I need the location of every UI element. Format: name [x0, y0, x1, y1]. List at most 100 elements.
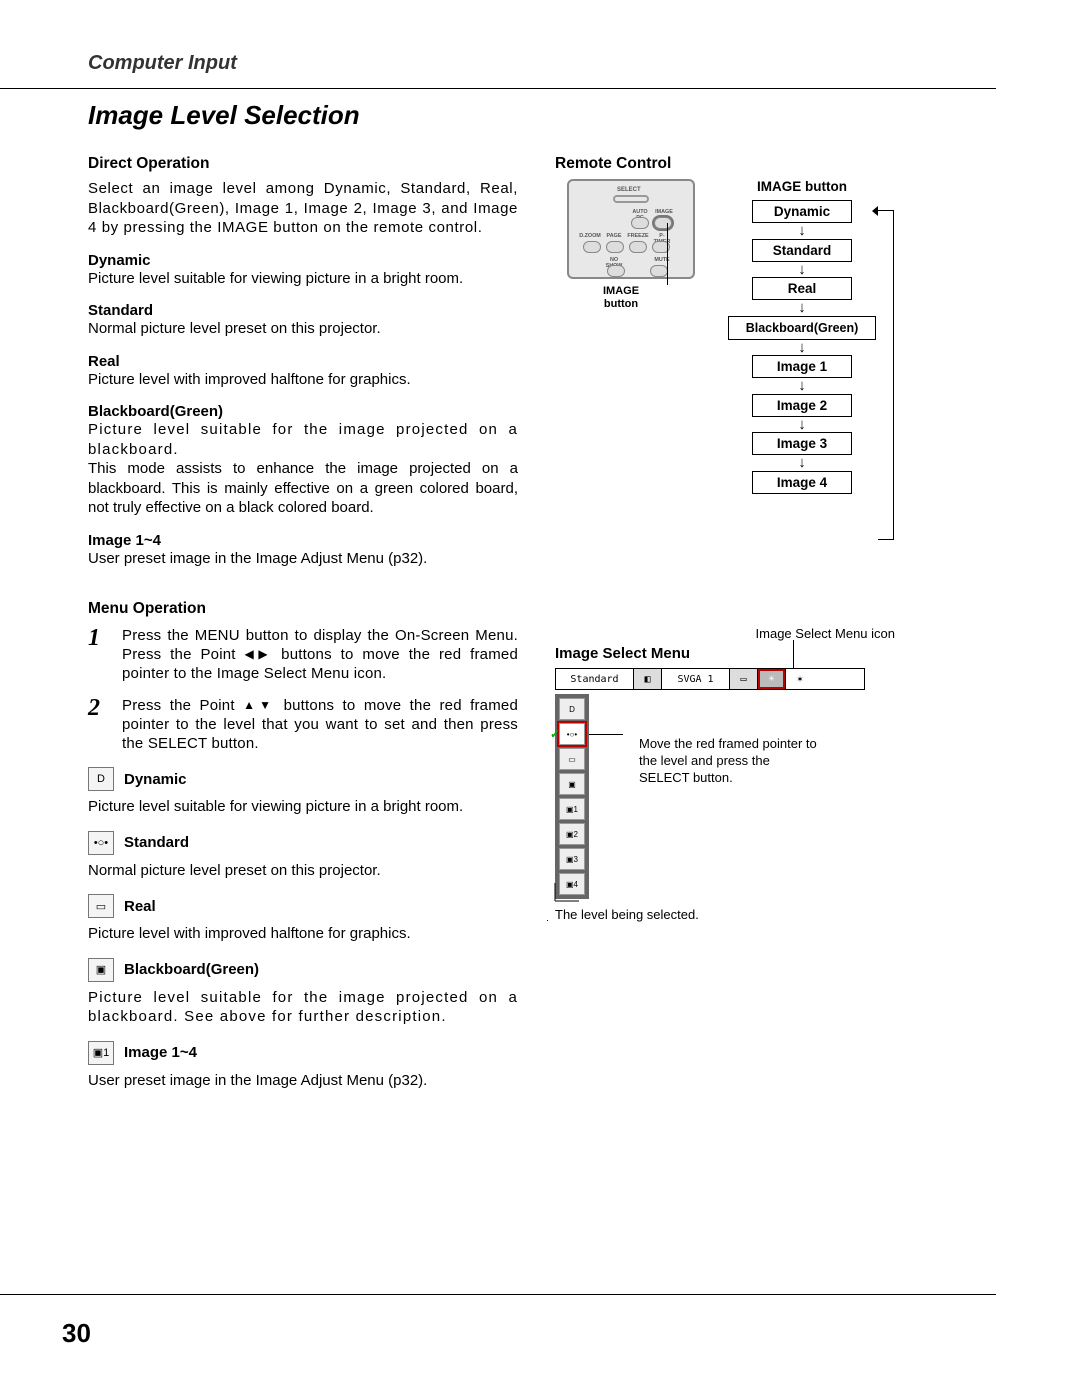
blackboard-desc-2: This mode assists to enhance the image p… — [88, 459, 518, 518]
dynamic-desc: Picture level suitable for viewing pictu… — [88, 269, 518, 289]
remote-heading: Remote Control — [555, 155, 995, 173]
section-header: Computer Input — [0, 0, 1080, 75]
dynamic-icon: D — [88, 767, 114, 791]
real-icon: ▭ — [88, 894, 114, 918]
blackboard-icon: ▣ — [88, 958, 114, 982]
remote-dzoom-button[interactable] — [583, 241, 601, 253]
mode-standard: •○• Standard — [88, 831, 518, 855]
remote-image-button[interactable] — [654, 217, 672, 229]
image14-heading: Image 1~4 — [88, 532, 518, 549]
step-2-text: Press the Point ▲▼ buttons to move the r… — [122, 696, 518, 754]
menu-item-image3[interactable]: ▣3 — [559, 848, 585, 870]
step-2: 2 Press the Point ▲▼ buttons to move the… — [88, 696, 518, 754]
menu-bar: Standard ◧ SVGA 1 ▭ ☀ ✶ — [555, 668, 865, 690]
mode-blackboard-desc: Picture level suitable for the image pro… — [88, 988, 518, 1027]
menubar-icon-selected: ☀ — [758, 669, 786, 689]
mode-dynamic: D Dynamic — [88, 767, 518, 791]
ism-icon-label: Image Select Menu icon — [555, 626, 995, 641]
standard-heading: Standard — [88, 302, 518, 319]
image14-desc: User preset image in the Image Adjust Me… — [88, 549, 518, 569]
rule-top — [0, 88, 996, 89]
step-1: 1 Press the MENU button to display the O… — [88, 626, 518, 684]
menubar-svga: SVGA 1 — [662, 669, 730, 689]
menubar-icon-2: ▭ — [730, 669, 758, 689]
flow-standard: Standard — [752, 239, 852, 262]
flow-column: IMAGE button Dynamic ↓ Standard ↓ Real ↓… — [717, 179, 887, 494]
direct-op-heading: Direct Operation — [88, 155, 518, 173]
mode-real-desc: Picture level with improved halftone for… — [88, 924, 518, 944]
right-column-lower: Image Select Menu icon Image Select Menu… — [555, 626, 995, 922]
blackboard-desc-1: Picture level suitable for the image pro… — [88, 420, 518, 459]
step-2-pre: Press the Point — [122, 697, 243, 714]
remote-mute-button[interactable] — [650, 265, 668, 277]
step-1-text: Press the MENU button to display the On-… — [122, 626, 518, 684]
mode-real: ▭ Real — [88, 894, 518, 918]
page-title: Image Level Selection — [88, 100, 360, 131]
note-pointer-line — [589, 734, 623, 735]
ism-title: Image Select Menu — [555, 645, 995, 662]
remote-page-button[interactable] — [606, 241, 624, 253]
standard-desc: Normal picture level preset on this proj… — [88, 319, 518, 339]
menu-item-image1[interactable]: ▣1 — [559, 798, 585, 820]
mode-blackboard: ▣ Blackboard(Green) — [88, 958, 518, 982]
remote-autopc-button[interactable] — [631, 217, 649, 229]
flow-image2: Image 2 — [752, 394, 852, 417]
flow-dynamic: Dynamic — [752, 200, 852, 223]
page-number: 30 — [62, 1318, 91, 1349]
left-column: Direct Operation Select an image level a… — [88, 155, 518, 1092]
menu-item-blackboard[interactable]: ▣ — [559, 773, 585, 795]
direct-op-intro: Select an image level among Dynamic, Sta… — [88, 179, 518, 238]
menubar-icon-1: ◧ — [634, 669, 662, 689]
step-2-number: 2 — [88, 696, 108, 754]
standard-icon: •○• — [88, 831, 114, 855]
flow-image1: Image 1 — [752, 355, 852, 378]
point-lr-icon: ◀▶ — [245, 647, 273, 661]
mode-image14-label: Image 1~4 — [124, 1044, 197, 1061]
blackboard-heading: Blackboard(Green) — [88, 403, 518, 420]
ism-note: Move the red framed pointer to the level… — [639, 736, 819, 787]
menu-op-heading: Menu Operation — [88, 600, 518, 618]
mode-image14: ▣1 Image 1~4 — [88, 1041, 518, 1065]
flow-blackboard: Blackboard(Green) — [728, 316, 876, 340]
menu-item-dynamic[interactable]: D — [559, 698, 585, 720]
image-select-menu-screenshot: Standard ◧ SVGA 1 ▭ ☀ ✶ D •○• ▭ ▣ ▣1 ▣2 … — [555, 668, 865, 899]
menu-item-column: D •○• ▭ ▣ ▣1 ▣2 ▣3 ▣4 — [555, 694, 589, 899]
flow-image3: Image 3 — [752, 432, 852, 455]
menu-item-image2[interactable]: ▣2 — [559, 823, 585, 845]
real-heading: Real — [88, 353, 518, 370]
flow-arrow-icon: ↓ — [798, 456, 806, 470]
flow-arrow-icon: ↓ — [798, 301, 806, 315]
flow-arrow-icon: ↓ — [798, 224, 806, 238]
mode-dynamic-desc: Picture level suitable for viewing pictu… — [88, 797, 518, 817]
image-button-caption: IMAGE button — [591, 285, 651, 310]
real-desc: Picture level with improved halftone for… — [88, 370, 518, 390]
mode-image14-desc: User preset image in the Image Adjust Me… — [88, 1071, 518, 1091]
caption-pointer-line — [549, 883, 589, 907]
menu-item-real[interactable]: ▭ — [559, 748, 585, 770]
dynamic-heading: Dynamic — [88, 252, 518, 269]
flow-return-arrow — [878, 210, 894, 540]
remote-control-diagram: SELECT AUTO PC IMAGE D.ZOOM PAGE FREEZE … — [567, 179, 695, 279]
flow-arrow-icon: ↓ — [798, 341, 806, 355]
remote-noshow-button[interactable] — [607, 265, 625, 277]
mode-standard-desc: Normal picture level preset on this proj… — [88, 861, 518, 881]
flow-real: Real — [752, 277, 852, 300]
menu-item-standard[interactable]: •○• — [559, 723, 585, 745]
point-ud-icon: ▲▼ — [243, 698, 275, 712]
flow-arrow-icon: ↓ — [798, 379, 806, 393]
mode-standard-label: Standard — [124, 834, 189, 851]
ism-caption-below: The level being selected. — [555, 907, 995, 922]
remote-freeze-button[interactable] — [629, 241, 647, 253]
step-1-number: 1 — [88, 626, 108, 684]
menubar-standard: Standard — [556, 669, 634, 689]
rule-bottom — [0, 1294, 996, 1295]
flow-arrow-icon: ↓ — [798, 263, 806, 277]
flow-arrow-icon: ↓ — [798, 418, 806, 432]
right-column-upper: Remote Control SELECT AUTO PC IMAGE D.ZO… — [555, 155, 995, 494]
menubar-icon-3: ✶ — [786, 669, 814, 689]
mode-blackboard-label: Blackboard(Green) — [124, 961, 259, 978]
ism-pointer-line — [793, 640, 794, 668]
image1-icon: ▣1 — [88, 1041, 114, 1065]
flow-image4: Image 4 — [752, 471, 852, 494]
remote-select-label: SELECT — [617, 187, 641, 193]
